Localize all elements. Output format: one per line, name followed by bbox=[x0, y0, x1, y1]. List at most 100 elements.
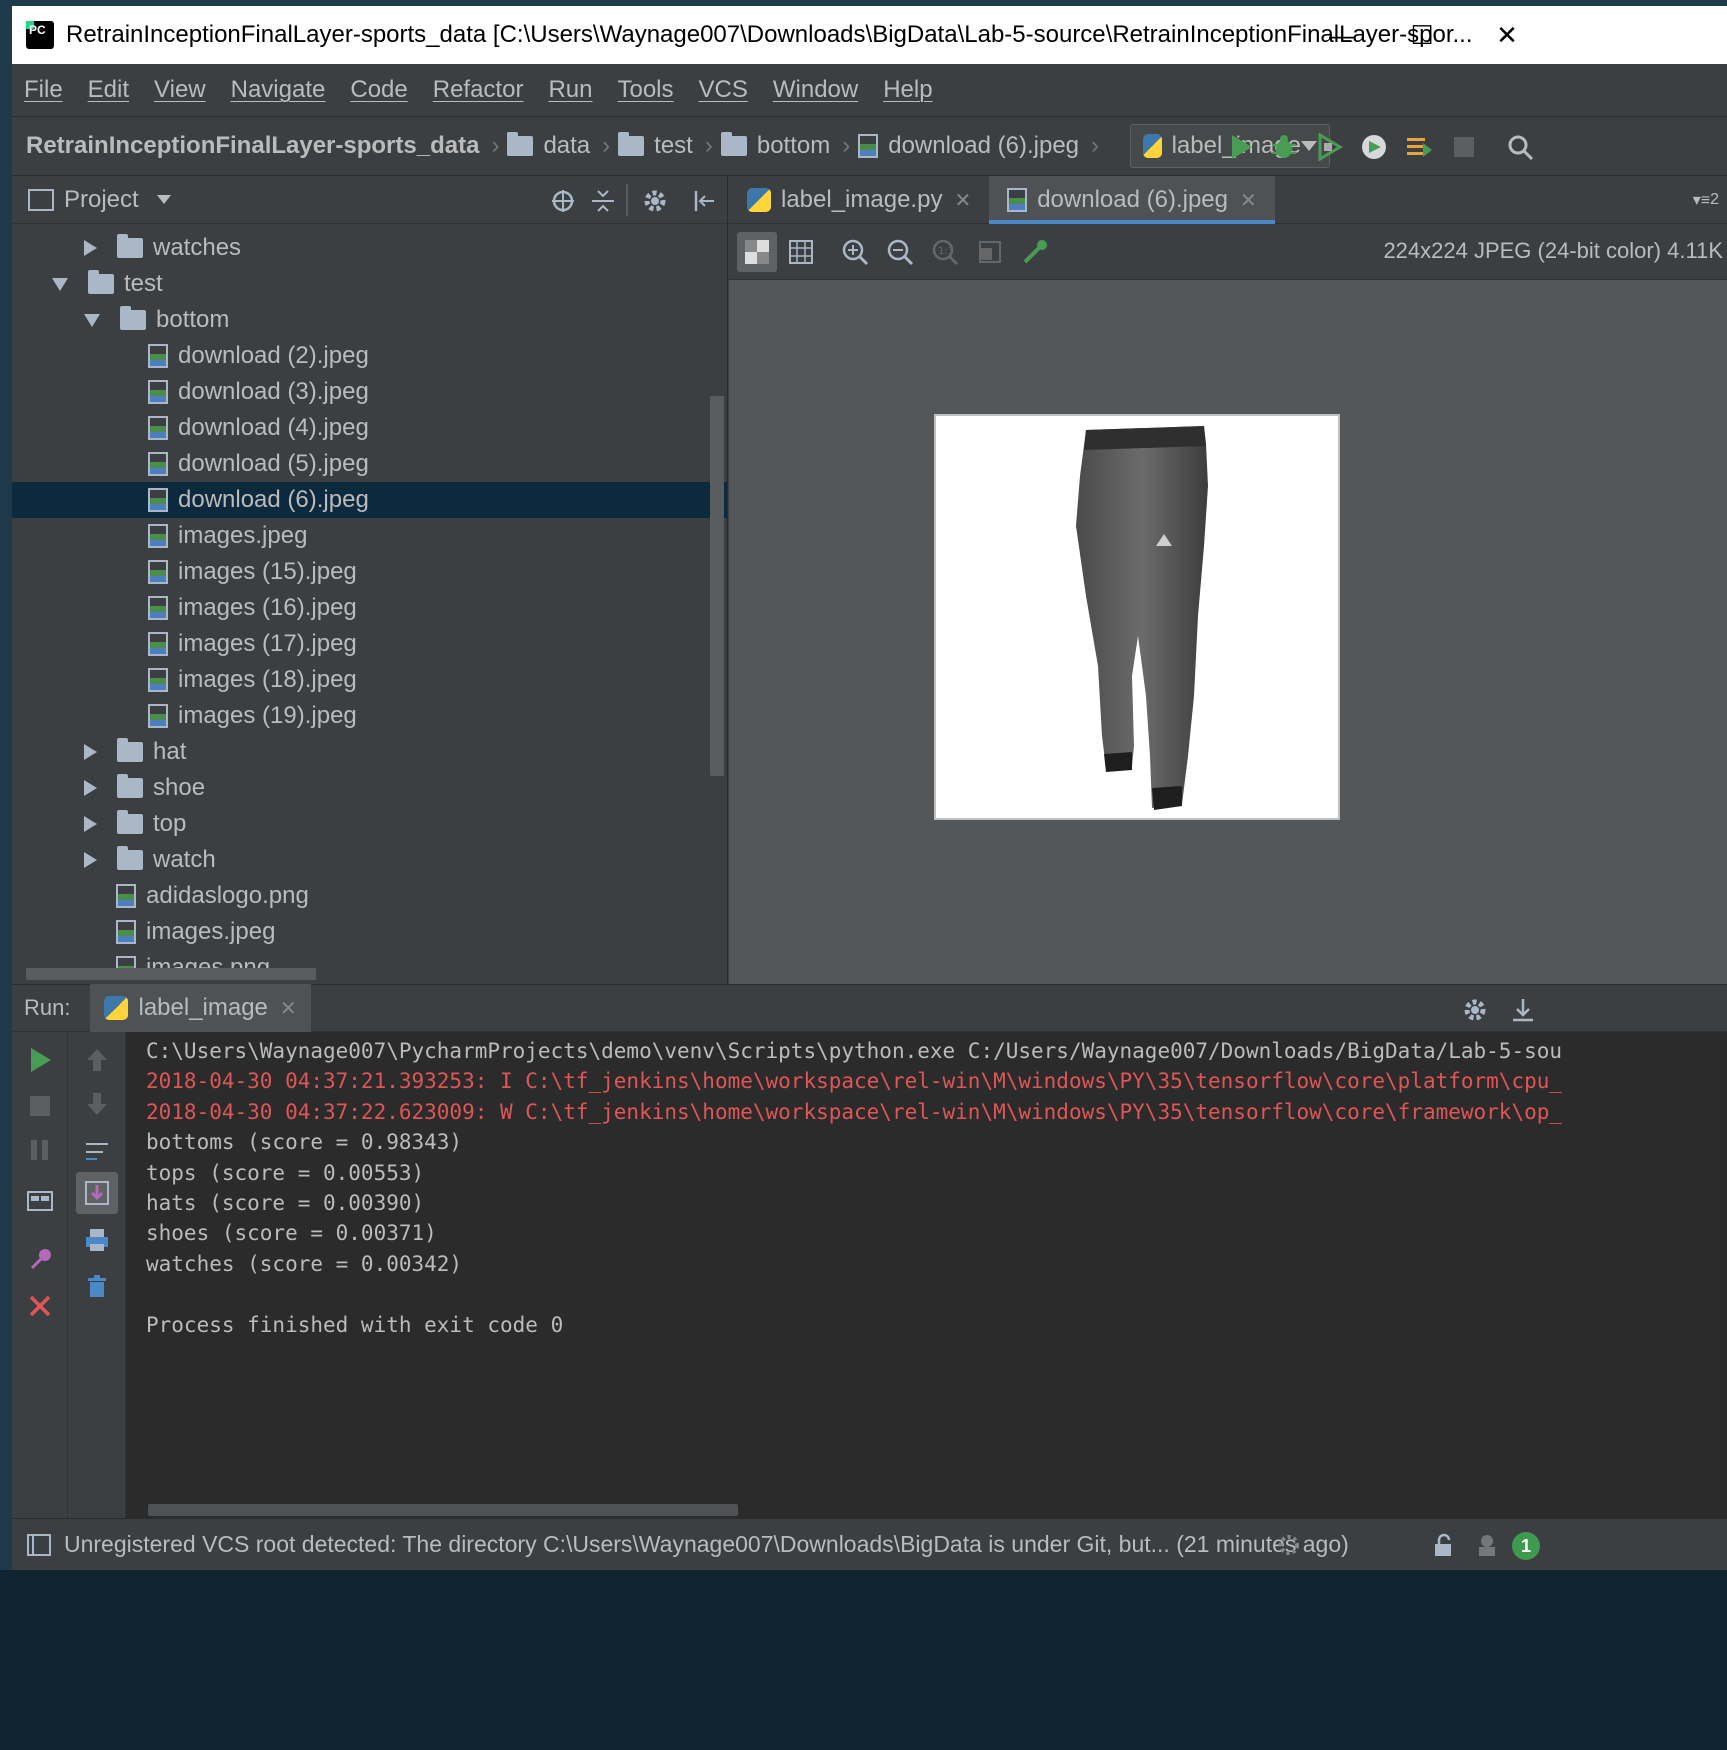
tree-item[interactable]: images (15).jpeg bbox=[12, 554, 727, 590]
menu-file[interactable]: File bbox=[24, 76, 63, 104]
tree-item[interactable]: watches bbox=[12, 230, 727, 266]
console-horizontal-scrollbar[interactable] bbox=[148, 1504, 738, 1516]
search-icon[interactable] bbox=[1506, 133, 1534, 161]
menu-vcs[interactable]: VCS bbox=[699, 76, 748, 104]
tree-item[interactable]: images.jpeg bbox=[12, 518, 727, 554]
profile-icon[interactable] bbox=[1360, 133, 1388, 161]
tree-item[interactable]: hat bbox=[12, 734, 727, 770]
menu-navigate[interactable]: Navigate bbox=[231, 76, 326, 104]
arrow-down-icon[interactable] bbox=[83, 1090, 111, 1118]
background-tasks-icon[interactable] bbox=[1276, 1532, 1302, 1558]
pin-tab-icon[interactable] bbox=[26, 1246, 54, 1274]
status-message[interactable]: Unregistered VCS root detected: The dire… bbox=[64, 1531, 1349, 1558]
actual-size-button[interactable]: 1:1 bbox=[925, 232, 965, 272]
breadcrumb-file[interactable]: download (6).jpeg bbox=[858, 132, 1079, 160]
zoom-out-button[interactable] bbox=[880, 232, 920, 272]
tool-windows-icon[interactable] bbox=[26, 1532, 52, 1558]
horizontal-scrollbar[interactable] bbox=[26, 968, 316, 980]
chevron-right-icon[interactable] bbox=[84, 240, 97, 256]
tree-item[interactable]: watch bbox=[12, 842, 727, 878]
console-output[interactable]: C:\Users\Waynage007\PycharmProjects\demo… bbox=[146, 1032, 1727, 1518]
menu-bar: File Edit View Navigate Code Refactor Ru… bbox=[12, 64, 1727, 116]
locate-file-icon[interactable] bbox=[550, 188, 576, 214]
tree-item[interactable]: download (5).jpeg bbox=[12, 446, 727, 482]
tree-item[interactable]: images.jpeg bbox=[12, 914, 727, 950]
chevron-right-icon[interactable] bbox=[84, 780, 97, 796]
trash-icon[interactable] bbox=[83, 1272, 111, 1300]
close-window-button[interactable]: ✕ bbox=[1462, 6, 1552, 64]
rerun-icon[interactable] bbox=[26, 1046, 54, 1074]
vertical-scrollbar[interactable] bbox=[710, 396, 724, 776]
chevron-right-icon[interactable] bbox=[84, 744, 97, 760]
chevron-down-icon[interactable] bbox=[156, 195, 171, 204]
soft-wrap-icon[interactable] bbox=[83, 1136, 111, 1164]
gear-icon[interactable] bbox=[642, 188, 668, 214]
tree-item[interactable]: bottom bbox=[12, 302, 727, 338]
tree-item[interactable]: test bbox=[12, 266, 727, 302]
breadcrumb-test[interactable]: test bbox=[618, 132, 693, 160]
grid-toggle-button[interactable] bbox=[781, 232, 821, 272]
tree-item[interactable]: images (17).jpeg bbox=[12, 626, 727, 662]
inspector-icon[interactable] bbox=[1474, 1532, 1500, 1558]
menu-tools[interactable]: Tools bbox=[617, 76, 673, 104]
close-tab-icon[interactable]: ✕ bbox=[954, 188, 971, 213]
fit-zoom-button[interactable] bbox=[970, 232, 1010, 272]
menu-run[interactable]: Run bbox=[548, 76, 592, 104]
menu-edit[interactable]: Edit bbox=[88, 76, 129, 104]
scroll-to-end-button[interactable] bbox=[76, 1172, 118, 1214]
lock-icon[interactable] bbox=[1430, 1532, 1456, 1558]
chevron-down-icon[interactable] bbox=[52, 277, 68, 291]
close-tab-icon[interactable]: ✕ bbox=[1240, 188, 1257, 213]
tree-item[interactable]: images (16).jpeg bbox=[12, 590, 727, 626]
close-run-icon[interactable] bbox=[26, 1292, 54, 1320]
arrow-up-icon[interactable] bbox=[83, 1046, 111, 1074]
debug-icon[interactable] bbox=[1270, 133, 1298, 161]
collapse-all-icon[interactable] bbox=[590, 188, 616, 214]
project-panel-title[interactable]: Project bbox=[64, 186, 139, 214]
hide-panel-icon[interactable] bbox=[692, 188, 718, 214]
tree-item[interactable]: adidaslogo.png bbox=[12, 878, 727, 914]
menu-window[interactable]: Window bbox=[773, 76, 858, 104]
stop-icon[interactable] bbox=[26, 1092, 54, 1120]
tree-item[interactable]: images (18).jpeg bbox=[12, 662, 727, 698]
chessboard-toggle-button[interactable] bbox=[737, 232, 777, 272]
tab-label-image-py[interactable]: label_image.py ✕ bbox=[729, 176, 989, 224]
breadcrumb-project[interactable]: RetrainInceptionFinalLayer-sports_data bbox=[26, 132, 479, 160]
tree-item[interactable]: download (2).jpeg bbox=[12, 338, 727, 374]
print-icon[interactable] bbox=[83, 1226, 111, 1254]
menu-refactor[interactable]: Refactor bbox=[433, 76, 524, 104]
breadcrumb-bottom[interactable]: bottom bbox=[720, 132, 830, 160]
zoom-in-button[interactable] bbox=[835, 232, 875, 272]
maximize-button[interactable]: ☐ bbox=[1377, 6, 1467, 64]
tree-item[interactable]: download (4).jpeg bbox=[12, 410, 727, 446]
run-tab-label-image[interactable]: label_image ✕ bbox=[90, 984, 311, 1032]
tree-item[interactable]: shoe bbox=[12, 770, 727, 806]
tab-list-button[interactable]: ▾≡ 2 bbox=[1693, 176, 1719, 223]
event-log-badge[interactable]: 1 bbox=[1512, 1532, 1540, 1560]
menu-view[interactable]: View bbox=[154, 76, 206, 104]
chevron-right-icon[interactable] bbox=[84, 816, 97, 832]
menu-code[interactable]: Code bbox=[350, 76, 407, 104]
restore-layout-icon[interactable] bbox=[26, 1186, 54, 1214]
minimize-button[interactable]: — bbox=[1297, 6, 1387, 64]
hide-panel-icon[interactable] bbox=[1510, 997, 1536, 1023]
tree-item[interactable]: top bbox=[12, 806, 727, 842]
breadcrumb-data[interactable]: data bbox=[507, 132, 590, 160]
tree-item[interactable]: images (19).jpeg bbox=[12, 698, 727, 734]
pause-icon[interactable] bbox=[26, 1136, 54, 1164]
gear-icon[interactable] bbox=[1462, 997, 1488, 1023]
run-concurrency-icon[interactable] bbox=[1405, 133, 1433, 161]
tree-item[interactable]: download (3).jpeg bbox=[12, 374, 727, 410]
tree-item[interactable]: download (6).jpeg bbox=[12, 482, 727, 518]
run-with-coverage-icon[interactable] bbox=[1315, 133, 1343, 161]
color-picker-button[interactable] bbox=[1015, 232, 1055, 272]
project-view-icon bbox=[28, 188, 54, 211]
chevron-down-icon[interactable] bbox=[84, 313, 100, 327]
tab-download-6-jpeg[interactable]: download (6).jpeg ✕ bbox=[989, 176, 1275, 224]
chevron-right-icon[interactable] bbox=[84, 852, 97, 868]
close-tab-icon[interactable]: ✕ bbox=[280, 996, 297, 1021]
menu-help[interactable]: Help bbox=[883, 76, 932, 104]
status-bar: Unregistered VCS root detected: The dire… bbox=[12, 1518, 1727, 1570]
stop-icon[interactable] bbox=[1450, 133, 1478, 161]
run-icon[interactable] bbox=[1227, 133, 1255, 161]
